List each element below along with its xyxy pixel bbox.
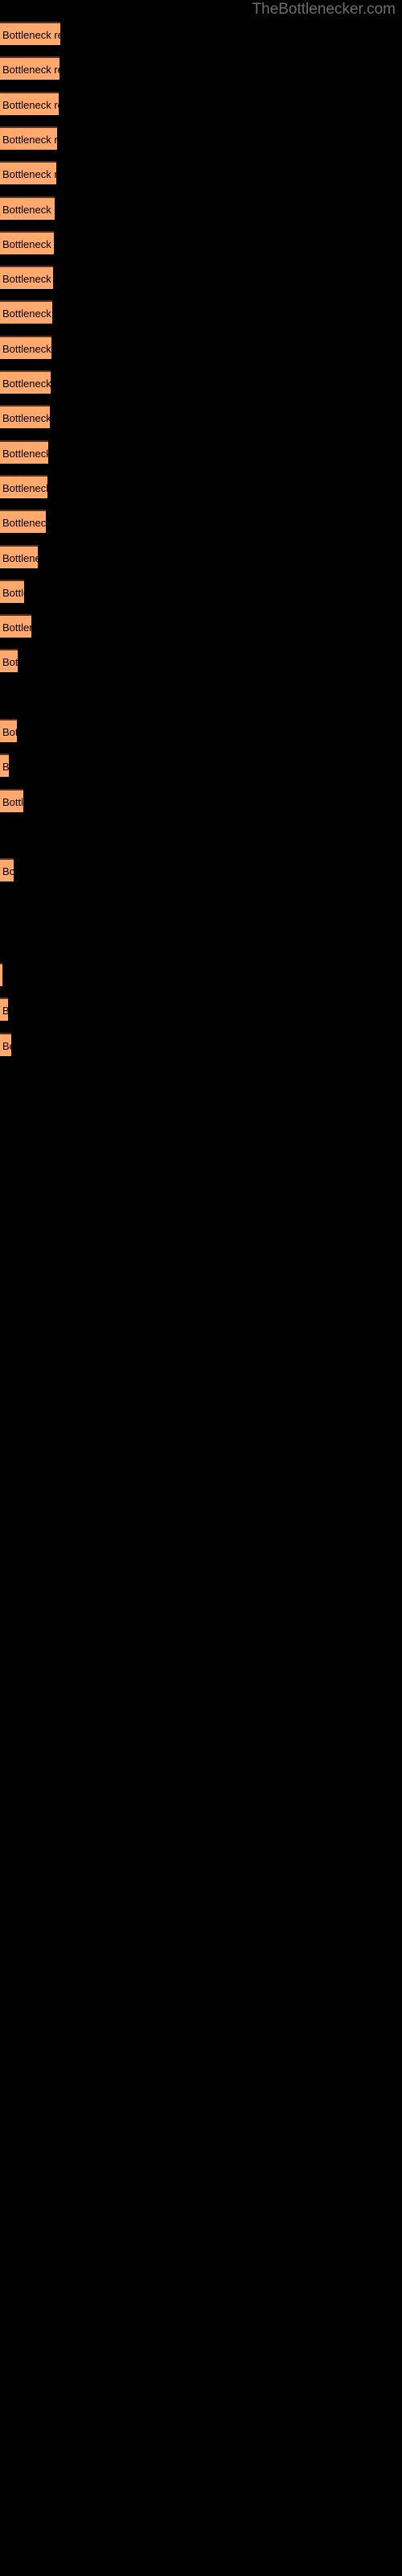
bar-row: Bottleneck result	[0, 161, 402, 185]
bar-label: Bottleneck result	[2, 551, 38, 564]
bar-row: Bottleneck result	[0, 544, 402, 568]
bar-row: Bottleneck result	[0, 22, 402, 45]
bar-label: Bottleneck result	[2, 133, 57, 146]
bar-row: Bottleneck result	[0, 230, 402, 254]
bar[interactable]: Bottleneck result	[0, 56, 59, 80]
bar[interactable]: Bottleneck result	[0, 405, 50, 429]
bar-label: Bottleneck result	[2, 29, 60, 41]
bar-label: Bottleneck result	[2, 342, 51, 355]
bar-label: Bottleneck result	[2, 1002, 8, 1019]
bar-label: Bottleneck result	[2, 1039, 11, 1052]
bar-label: Bottleneck result	[2, 517, 46, 530]
bar[interactable]: Bottleneck result	[0, 579, 24, 603]
bar[interactable]: Bottleneck result	[0, 266, 53, 290]
bar-row: Bottleneck result	[0, 405, 402, 429]
bar-row: Bottleneck result	[0, 753, 402, 778]
bottleneck-bar-chart: TheBottlenecker.com Bottleneck resultBot…	[0, 0, 402, 2576]
bar[interactable]: Bottleneck result	[0, 719, 17, 742]
bar-label: Bottleneck result	[2, 795, 23, 808]
bar[interactable]: Bottleneck result	[0, 649, 18, 673]
bar[interactable]: Bottleneck result	[0, 963, 2, 987]
bar-label: Bottleneck result	[2, 761, 9, 774]
bar-label: Bottleneck result	[2, 586, 24, 599]
bar[interactable]: Bottleneck result	[0, 997, 8, 1022]
bar[interactable]: Bottleneck result	[0, 474, 47, 498]
bar[interactable]: Bottleneck result	[0, 370, 51, 394]
bar-label: Bottleneck result	[2, 656, 18, 669]
bar-row: Bottleneck result	[0, 719, 402, 742]
bar-row: Bottleneck result	[0, 824, 402, 847]
bar[interactable]: Bottleneck result	[0, 440, 48, 464]
bar[interactable]: Bottleneck result	[0, 300, 52, 324]
bar[interactable]: Bottleneck result	[0, 858, 14, 882]
bar-row: Bottleneck result	[0, 1032, 402, 1056]
bar-row: Bottleneck result	[0, 440, 402, 464]
bar-row: Bottleneck result	[0, 963, 402, 987]
bar-label: Bottleneck result	[2, 481, 47, 494]
bar-row: Bottleneck result	[0, 510, 402, 534]
bar-label: Bottleneck result	[2, 412, 50, 425]
bar-label: Bottleneck result	[2, 865, 14, 878]
bar-label: Bottleneck result	[2, 64, 59, 76]
bar-label: Bottleneck result	[2, 726, 17, 738]
bar-row: Bottleneck result	[0, 928, 402, 952]
bar[interactable]: Bottleneck result	[0, 91, 59, 115]
bar[interactable]: Bottleneck result	[0, 22, 60, 45]
bar[interactable]: Bottleneck result	[0, 230, 54, 254]
bar[interactable]: Bottleneck result	[0, 335, 51, 359]
bar-row: Bottleneck result	[0, 370, 402, 394]
bar-label: Bottleneck result	[2, 203, 55, 216]
bar-label: Bottleneck result	[2, 273, 53, 286]
bar-series-container: Bottleneck result Bottleneck result Bottle…	[0, 0, 402, 2576]
bar-label: Bottleneck result	[2, 98, 59, 111]
bar-row: Bottleneck result	[0, 788, 402, 812]
bar-row: Bottleneck result	[0, 196, 402, 220]
bar-row: Bottleneck result	[0, 614, 402, 638]
bar-label: Bottleneck result	[2, 308, 52, 320]
bar[interactable]: Bottleneck result	[0, 126, 57, 150]
bar-label: Bottleneck result	[2, 168, 56, 181]
bar[interactable]: Bottleneck result	[0, 544, 38, 568]
bar[interactable]: Bottleneck result	[0, 161, 56, 185]
bar[interactable]: Bottleneck result	[0, 753, 9, 778]
bar-row: Bottleneck result	[0, 126, 402, 150]
bar-label: Bottleneck result	[2, 621, 31, 634]
bar-row: Bottleneck result	[0, 649, 402, 673]
bar-row: Bottleneck result	[0, 894, 402, 917]
bar[interactable]: Bottleneck result	[0, 510, 46, 534]
bar-row: Bottleneck result	[0, 579, 402, 603]
bar-row: Bottleneck result	[0, 684, 402, 708]
bar-label: Bottleneck result	[2, 447, 48, 460]
bar-row: Bottleneck result	[0, 335, 402, 359]
bar[interactable]: Bottleneck result	[0, 614, 31, 638]
bar[interactable]: Bottleneck result	[0, 196, 55, 220]
bar-label: Bottleneck result	[2, 237, 54, 250]
bar[interactable]: Bottleneck result	[0, 788, 23, 812]
bar-row: Bottleneck result	[0, 858, 402, 882]
bar-row: Bottleneck result	[0, 56, 402, 80]
bar-row: Bottleneck result	[0, 266, 402, 290]
bar-label: Bottleneck result	[2, 378, 51, 390]
bar-row: Bottleneck result	[0, 997, 402, 1022]
bar-row: Bottleneck result	[0, 91, 402, 115]
bar-row: Bottleneck result	[0, 300, 402, 324]
bar-row: Bottleneck result	[0, 474, 402, 498]
bar[interactable]: Bottleneck result	[0, 1032, 11, 1056]
